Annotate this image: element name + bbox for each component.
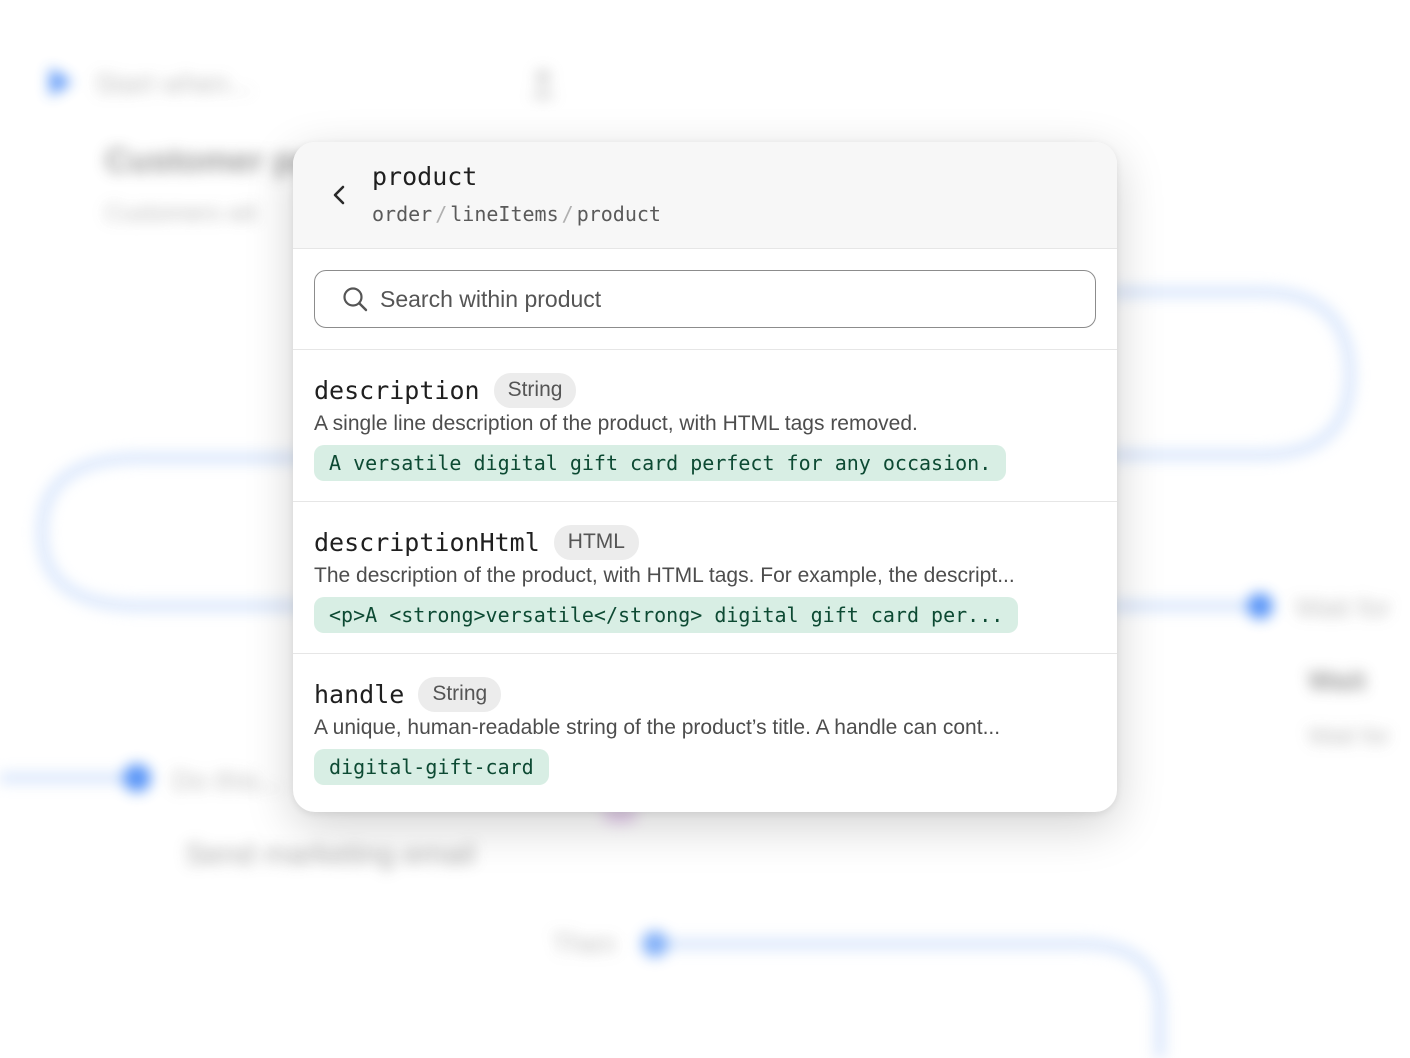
workflow-node-dot	[642, 931, 668, 957]
popover-header: product order / lineItems / product	[293, 142, 1117, 249]
then-label: Then	[552, 928, 616, 959]
breadcrumb-item-lineitems[interactable]: lineItems	[450, 202, 558, 226]
field-name: descriptionHtml	[314, 527, 540, 557]
wait-title: Wait	[1308, 665, 1367, 696]
search-section	[293, 249, 1117, 350]
field-example: A versatile digital gift card perfect fo…	[314, 445, 1007, 481]
field-example: <p>A <strong>versatile</strong> digital …	[314, 597, 1019, 633]
trigger-subtitle: Customers wit	[105, 200, 258, 227]
field-item-handle[interactable]: handle String A unique, human-readable s…	[293, 654, 1117, 812]
do-this-label: Do this...	[172, 765, 283, 796]
breadcrumb-item-product: product	[576, 202, 661, 226]
back-button[interactable]	[319, 172, 359, 218]
field-name: handle	[314, 679, 405, 709]
type-badge: String	[493, 372, 577, 408]
field-example: digital-gift-card	[314, 749, 549, 785]
trigger-title: Customer pu	[105, 142, 315, 180]
breadcrumb-separator: /	[435, 202, 448, 226]
popover-title: product	[372, 162, 478, 191]
wait-for-label: Wait for	[1295, 592, 1391, 623]
type-badge: HTML	[553, 524, 639, 560]
workflow-node-dot	[123, 764, 151, 792]
field-picker-popover: product order / lineItems / product desc…	[293, 142, 1117, 812]
workflow-node-dot	[1247, 593, 1273, 619]
action-title: Send marketing email	[185, 838, 476, 871]
field-description: A unique, human-readable string of the p…	[314, 716, 1001, 739]
search-box[interactable]	[314, 270, 1096, 328]
wait-subtitle: Wait for	[1308, 723, 1390, 750]
type-badge: String	[418, 676, 502, 712]
user-icon	[536, 70, 550, 84]
chevron-left-icon	[333, 185, 345, 205]
start-when-label: Start when...	[95, 68, 253, 99]
breadcrumb-item-order[interactable]: order	[372, 202, 432, 226]
field-name: description	[314, 375, 480, 405]
field-description: A single line description of the product…	[314, 412, 918, 435]
breadcrumb-separator: /	[561, 202, 574, 226]
play-icon	[50, 68, 72, 96]
search-input[interactable]	[380, 285, 1095, 313]
field-item-descriptionhtml[interactable]: descriptionHtml HTML The description of …	[293, 502, 1117, 654]
field-description: The description of the product, with HTM…	[314, 564, 1015, 587]
search-icon	[342, 286, 368, 312]
field-item-description[interactable]: description String A single line descrip…	[293, 350, 1117, 502]
breadcrumb: order / lineItems / product	[372, 202, 661, 226]
